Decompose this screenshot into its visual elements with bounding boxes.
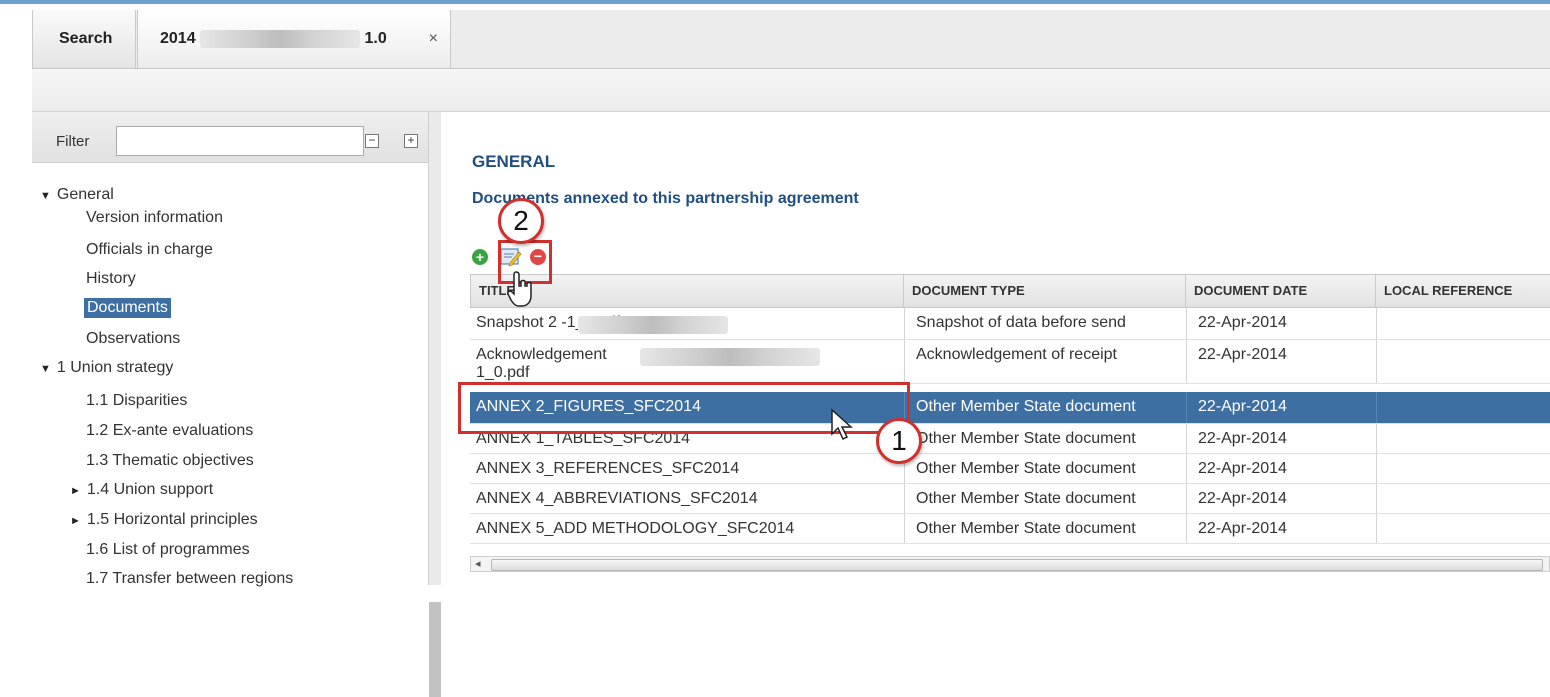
tree-item-transfer-between-regions[interactable]: 1.7 Transfer between regions <box>86 570 293 588</box>
scrollbar-thumb[interactable] <box>491 559 1543 571</box>
column-divider <box>1186 514 1187 543</box>
callout-badge-step2: 2 <box>498 198 544 244</box>
cell-document-type: Other Member State document <box>916 520 1136 537</box>
tree-node-label: 1 Union strategy <box>56 359 174 376</box>
column-divider <box>1376 424 1377 453</box>
column-divider <box>904 340 905 383</box>
expanded-arrow-icon: ▼ <box>40 363 51 375</box>
column-divider <box>1376 308 1377 339</box>
column-divider <box>1186 308 1187 339</box>
tab-bar: Search 2014 1.0 × <box>32 10 1550 69</box>
sidebar-scrollbar-thumb[interactable] <box>429 602 441 697</box>
tree-item-disparities[interactable]: 1.1 Disparities <box>86 392 187 410</box>
cell-document-type: Other Member State document <box>916 430 1136 447</box>
tree-item-ex-ante-evaluations[interactable]: 1.2 Ex-ante evaluations <box>86 422 253 440</box>
cell-document-date: 22-Apr-2014 <box>1198 398 1287 415</box>
expand-all-icon[interactable]: + <box>404 134 418 148</box>
tab-search[interactable]: Search <box>32 10 136 68</box>
cell-document-type: Acknowledgement of receipt <box>916 346 1117 363</box>
redacted-text <box>640 348 820 366</box>
tab-document-prefix: 2014 <box>160 30 196 47</box>
cell-document-date: 22-Apr-2014 <box>1198 430 1287 447</box>
tree-item-history[interactable]: History <box>86 270 136 288</box>
column-header-local-reference[interactable]: LOCAL REFERENCE <box>1376 274 1550 308</box>
tree-node-union-strategy[interactable]: ▼ 1 Union strategy <box>40 359 173 377</box>
cell-document-type: Other Member State document <box>916 398 1136 415</box>
tab-search-label: Search <box>59 30 113 47</box>
tree-node-label: 1.5 Horizontal principles <box>86 511 258 528</box>
column-divider <box>1186 424 1187 453</box>
tree-item-list-of-programmes[interactable]: 1.6 List of programmes <box>86 541 250 559</box>
tree-item-documents[interactable]: Documents <box>84 298 171 318</box>
column-divider <box>1186 484 1187 513</box>
horizontal-scrollbar[interactable]: ◂ <box>470 556 1550 572</box>
table-row[interactable]: Snapshot 2 -1_0.pdf Snapshot of data bef… <box>470 308 1550 340</box>
column-divider <box>1376 392 1377 423</box>
sidebar-splitter[interactable] <box>428 112 441 697</box>
column-divider <box>1186 454 1187 483</box>
tree-item-officials-in-charge[interactable]: Officials in charge <box>86 241 213 259</box>
secondary-toolbar <box>32 69 1550 112</box>
column-divider <box>904 484 905 513</box>
tab-document[interactable]: 2014 1.0 × <box>137 10 451 68</box>
tree-node-label: 1.4 Union support <box>86 481 214 498</box>
collapsed-arrow-icon: ► <box>70 515 81 527</box>
scroll-left-icon[interactable]: ◂ <box>475 557 481 570</box>
tree-node-union-support[interactable]: ► 1.4 Union support <box>70 481 213 499</box>
expanded-arrow-icon: ▼ <box>40 190 51 202</box>
table-row[interactable]: ANNEX 4_ABBREVIATIONS_SFC2014 Other Memb… <box>470 484 1550 514</box>
column-header-document-type[interactable]: DOCUMENT TYPE <box>904 274 1186 308</box>
tree-node-label: General <box>56 186 114 203</box>
table-row[interactable]: ANNEX 3_REFERENCES_SFC2014 Other Member … <box>470 454 1550 484</box>
column-divider <box>1376 484 1377 513</box>
cell-document-type: Other Member State document <box>916 490 1136 507</box>
tree-node-horizontal-principles[interactable]: ► 1.5 Horizontal principles <box>70 511 258 529</box>
table-row[interactable]: ANNEX 5_ADD METHODOLOGY_SFC2014 Other Me… <box>470 514 1550 544</box>
cell-title: ANNEX 3_REFERENCES_SFC2014 <box>476 460 740 477</box>
collapsed-arrow-icon: ► <box>70 485 81 497</box>
cell-document-type: Other Member State document <box>916 460 1136 477</box>
add-document-icon[interactable]: + <box>472 249 488 265</box>
column-divider <box>1376 340 1377 383</box>
navigation-sidebar: Filter − + ▼ General Version information … <box>32 112 428 588</box>
redacted-text <box>578 316 728 334</box>
cell-title: ANNEX 4_ABBREVIATIONS_SFC2014 <box>476 490 758 507</box>
close-tab-icon[interactable]: × <box>429 10 438 68</box>
cell-document-date: 22-Apr-2014 <box>1198 490 1287 507</box>
filter-input[interactable] <box>116 126 364 156</box>
filter-label: Filter <box>56 133 90 150</box>
cell-title: Acknowledgement <box>476 346 607 363</box>
collapse-all-icon[interactable]: − <box>365 134 379 148</box>
table-row[interactable]: Acknowledgement 1_0.pdf Acknowledgement … <box>470 340 1550 384</box>
column-divider <box>1376 514 1377 543</box>
section-title: GENERAL <box>472 152 556 171</box>
top-accent-line <box>0 0 1550 4</box>
callout-badge-step1: 1 <box>876 418 922 464</box>
column-divider <box>1186 340 1187 383</box>
tab-document-suffix: 1.0 <box>364 30 387 47</box>
filter-bar: Filter − + <box>32 112 428 163</box>
column-divider <box>1376 454 1377 483</box>
tree-node-general[interactable]: ▼ General <box>40 186 114 204</box>
cell-document-date: 22-Apr-2014 <box>1198 346 1287 363</box>
tree-item-thematic-objectives[interactable]: 1.3 Thematic objectives <box>86 452 254 470</box>
column-header-document-date[interactable]: DOCUMENT DATE <box>1186 274 1376 308</box>
tree-item-observations[interactable]: Observations <box>86 330 180 348</box>
column-divider <box>904 308 905 339</box>
tree-item-version-information[interactable]: Version information <box>86 209 223 227</box>
cell-document-type: Snapshot of data before send <box>916 314 1126 331</box>
mouse-pointer-icon <box>831 408 853 441</box>
cell-title: ANNEX 5_ADD METHODOLOGY_SFC2014 <box>476 520 795 537</box>
column-divider <box>904 514 905 543</box>
redacted-text <box>200 29 361 48</box>
cell-document-date: 22-Apr-2014 <box>1198 314 1287 331</box>
cell-document-date: 22-Apr-2014 <box>1198 460 1287 477</box>
cell-document-date: 22-Apr-2014 <box>1198 520 1287 537</box>
hand-pointer-icon <box>507 271 532 307</box>
cell-title-continuation: 1_0.pdf <box>476 364 530 381</box>
column-divider <box>1186 392 1187 423</box>
